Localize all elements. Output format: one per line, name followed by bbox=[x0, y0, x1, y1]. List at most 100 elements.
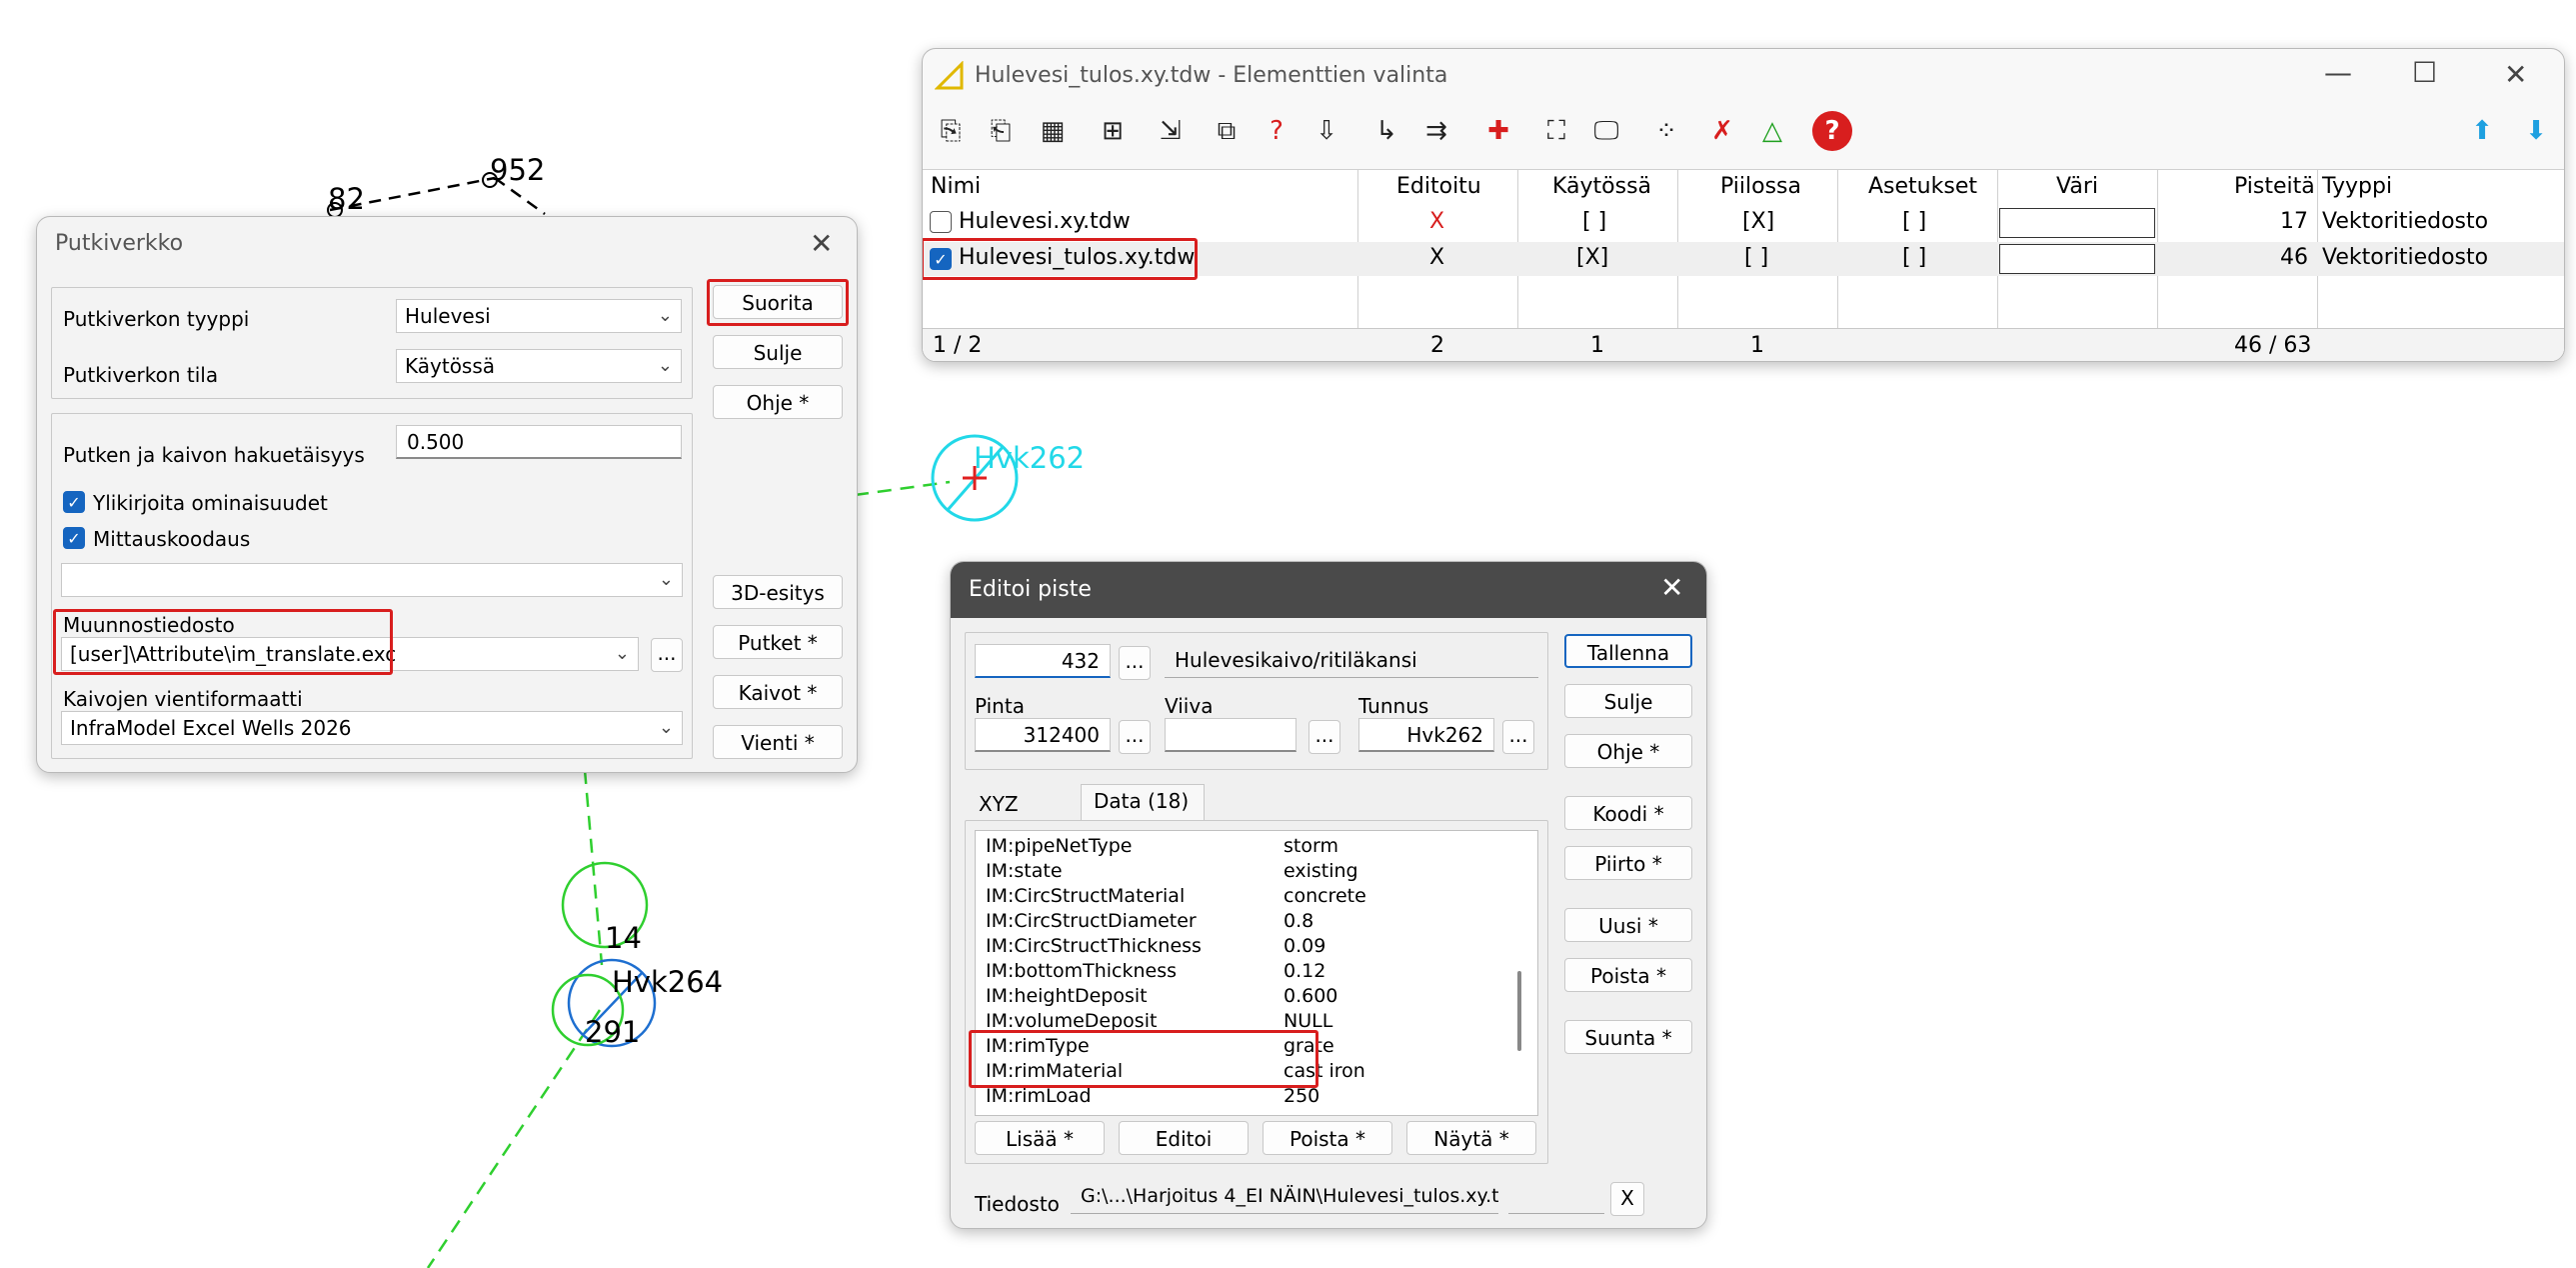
search-distance-input[interactable]: 0.500 bbox=[396, 425, 682, 459]
attr-row[interactable]: IM:rimLoad 250 bbox=[986, 1085, 1319, 1107]
row-kaytossa[interactable]: [X] bbox=[1576, 245, 1608, 270]
point-cloud-icon[interactable]: ⁘ bbox=[1646, 111, 1686, 151]
kaivot-button[interactable]: Kaivot * bbox=[713, 675, 843, 709]
header-piilossa[interactable]: Piilossa bbox=[1720, 174, 1801, 199]
move-up-arrow-icon[interactable]: ⬆ bbox=[2462, 111, 2502, 151]
scrollbar[interactable] bbox=[1517, 971, 1521, 1051]
vienti-button[interactable]: Vienti * bbox=[713, 725, 843, 759]
help-icon[interactable]: ? bbox=[1812, 111, 1852, 151]
element-table: Nimi Editoitu Käytössä Piilossa Asetukse… bbox=[923, 169, 2564, 361]
row-color-swatch[interactable] bbox=[1999, 244, 2155, 274]
pinta-input[interactable]: 312400 bbox=[975, 718, 1111, 752]
sulje-button[interactable]: Sulje bbox=[1564, 684, 1692, 718]
export-file-icon[interactable]: ⇩ bbox=[1306, 111, 1346, 151]
overwrite-checkbox[interactable]: ✓ bbox=[63, 491, 85, 513]
tunnus-input[interactable]: Hvk262 bbox=[1358, 718, 1494, 752]
close-icon[interactable]: ✕ bbox=[2504, 61, 2527, 89]
measure-code-select[interactable]: ⌄ bbox=[61, 563, 683, 597]
ohje-button[interactable]: Ohje * bbox=[713, 385, 843, 419]
row-editoitu[interactable]: X bbox=[1429, 245, 1444, 270]
attr-row[interactable]: IM:heightDeposit 0.600 bbox=[986, 985, 1337, 1007]
attr-row[interactable]: IM:CircStructMaterial concrete bbox=[986, 885, 1366, 907]
copy-file-icon[interactable]: ⧉ bbox=[1207, 111, 1247, 151]
header-editoitu[interactable]: Editoitu bbox=[1396, 174, 1481, 199]
row-color-swatch[interactable] bbox=[1999, 208, 2155, 238]
transfer-icon[interactable]: ↳ bbox=[1366, 111, 1406, 151]
row-editoitu[interactable]: X bbox=[1429, 209, 1444, 234]
move-down-arrow-icon[interactable]: ⬇ bbox=[2516, 111, 2556, 151]
close-icon[interactable]: ✕ bbox=[1660, 574, 1683, 602]
footer-count: 1 / 2 bbox=[933, 333, 983, 358]
triangle-count-icon[interactable]: △ bbox=[1752, 111, 1792, 151]
tiedosto-clear-button[interactable]: X bbox=[1610, 1182, 1644, 1216]
query-file-icon[interactable]: ? bbox=[1257, 111, 1296, 151]
add-file-icon[interactable]: ⊞ bbox=[1093, 111, 1133, 151]
new-element-icon[interactable]: ✚ bbox=[1478, 111, 1518, 151]
suunta-button[interactable]: Suunta * bbox=[1564, 1020, 1692, 1054]
tallenna-button[interactable]: Tallenna bbox=[1564, 634, 1692, 668]
attr-key: IM:CircStructDiameter bbox=[986, 910, 1197, 932]
piirto-button[interactable]: Piirto * bbox=[1564, 846, 1692, 880]
header-nimi[interactable]: Nimi bbox=[931, 174, 981, 199]
attr-row[interactable]: IM:pipeNetType storm bbox=[986, 835, 1338, 857]
open-file-icon[interactable]: ⎘ bbox=[931, 111, 971, 151]
muunnos-browse-button[interactable]: ... bbox=[651, 638, 683, 672]
ohje-button[interactable]: Ohje * bbox=[1564, 734, 1692, 768]
attr-row[interactable]: IM:CircStructThickness 0.09 bbox=[986, 935, 1325, 957]
close-icon[interactable]: ✕ bbox=[810, 230, 833, 258]
point-number-browse-button[interactable]: ... bbox=[1119, 646, 1151, 680]
row-kaytossa[interactable]: [ ] bbox=[1582, 209, 1606, 234]
network-type-select[interactable]: Hulevesi ⌄ bbox=[396, 299, 682, 333]
uusi-button[interactable]: Uusi * bbox=[1564, 908, 1692, 942]
export-format-select[interactable]: InfraModel Excel Wells 2026 ⌄ bbox=[61, 711, 683, 745]
nayta-button[interactable]: Näytä * bbox=[1406, 1121, 1536, 1155]
viiva-input[interactable] bbox=[1165, 718, 1296, 752]
open-multi-icon[interactable]: ⎗ bbox=[981, 111, 1021, 151]
footer-pisteita: 46 / 63 bbox=[2234, 333, 2312, 358]
header-vari[interactable]: Väri bbox=[2056, 174, 2098, 199]
editoi-attr-button[interactable]: Editoi bbox=[1119, 1121, 1249, 1155]
row-checkbox[interactable] bbox=[930, 211, 952, 233]
attr-row[interactable]: IM:volumeDeposit NULL bbox=[986, 1010, 1332, 1032]
point-label-hvk264: Hvk264 bbox=[612, 965, 724, 999]
select-all-icon[interactable]: ▦ bbox=[1033, 111, 1073, 151]
editoi-titlebar: Editoi piste ✕ bbox=[951, 562, 1706, 618]
row-piilossa[interactable]: [X] bbox=[1742, 209, 1774, 234]
putket-button[interactable]: Putket * bbox=[713, 625, 843, 659]
header-kaytossa[interactable]: Käytössä bbox=[1552, 174, 1651, 199]
minimize-icon[interactable]: — bbox=[2324, 59, 2352, 87]
row-piilossa[interactable]: [ ] bbox=[1744, 245, 1768, 270]
tab-data[interactable]: Data (18) bbox=[1081, 784, 1205, 820]
viiva-label: Viiva bbox=[1165, 694, 1214, 718]
tunnus-browse-button[interactable]: ... bbox=[1502, 720, 1534, 754]
header-asetukset[interactable]: Asetukset bbox=[1868, 174, 1977, 199]
transfer-all-icon[interactable]: ⇉ bbox=[1416, 111, 1456, 151]
poista-attr-button[interactable]: Poista * bbox=[1263, 1121, 1392, 1155]
move-down-file-icon[interactable]: ⇲ bbox=[1151, 111, 1191, 151]
screen-view-icon[interactable]: 🖵 bbox=[1586, 111, 1626, 151]
lisaa-button[interactable]: Lisää * bbox=[975, 1121, 1105, 1155]
row-asetukset[interactable]: [ ] bbox=[1902, 245, 1926, 270]
viiva-browse-button[interactable]: ... bbox=[1308, 720, 1340, 754]
sulje-button[interactable]: Sulje bbox=[713, 335, 843, 369]
point-label-952: 952 bbox=[490, 153, 546, 187]
header-tyyppi[interactable]: Tyyppi bbox=[2322, 174, 2392, 199]
poista-button[interactable]: Poista * bbox=[1564, 958, 1692, 992]
table-row[interactable]: Hulevesi.xy.tdw X [ ] [X] [ ] 17 Vektori… bbox=[923, 206, 2564, 240]
measure-checkbox[interactable]: ✓ bbox=[63, 527, 85, 549]
pinta-browse-button[interactable]: ... bbox=[1119, 720, 1151, 754]
attr-row[interactable]: IM:CircStructDiameter 0.8 bbox=[986, 910, 1313, 932]
attr-row[interactable]: IM:bottomThickness 0.12 bbox=[986, 960, 1325, 982]
row-asetukset[interactable]: [ ] bbox=[1902, 209, 1926, 234]
zoom-extents-icon[interactable]: ⛶ bbox=[1536, 111, 1576, 151]
check-points-icon[interactable]: ✗ bbox=[1702, 111, 1742, 151]
tab-xyz[interactable]: XYZ bbox=[979, 792, 1019, 816]
attr-row[interactable]: IM:state existing bbox=[986, 860, 1358, 882]
point-type-description: Hulevesikaivo/ritiläkansi bbox=[1165, 644, 1538, 678]
network-state-select[interactable]: Käytössä ⌄ bbox=[396, 349, 682, 383]
maximize-icon[interactable]: ☐ bbox=[2412, 59, 2437, 87]
3d-esitys-button[interactable]: 3D-esitys bbox=[713, 575, 843, 609]
koodi-button[interactable]: Koodi * bbox=[1564, 796, 1692, 830]
point-number-input[interactable]: 432 bbox=[975, 644, 1111, 678]
header-pisteita[interactable]: Pisteitä bbox=[2234, 174, 2315, 199]
